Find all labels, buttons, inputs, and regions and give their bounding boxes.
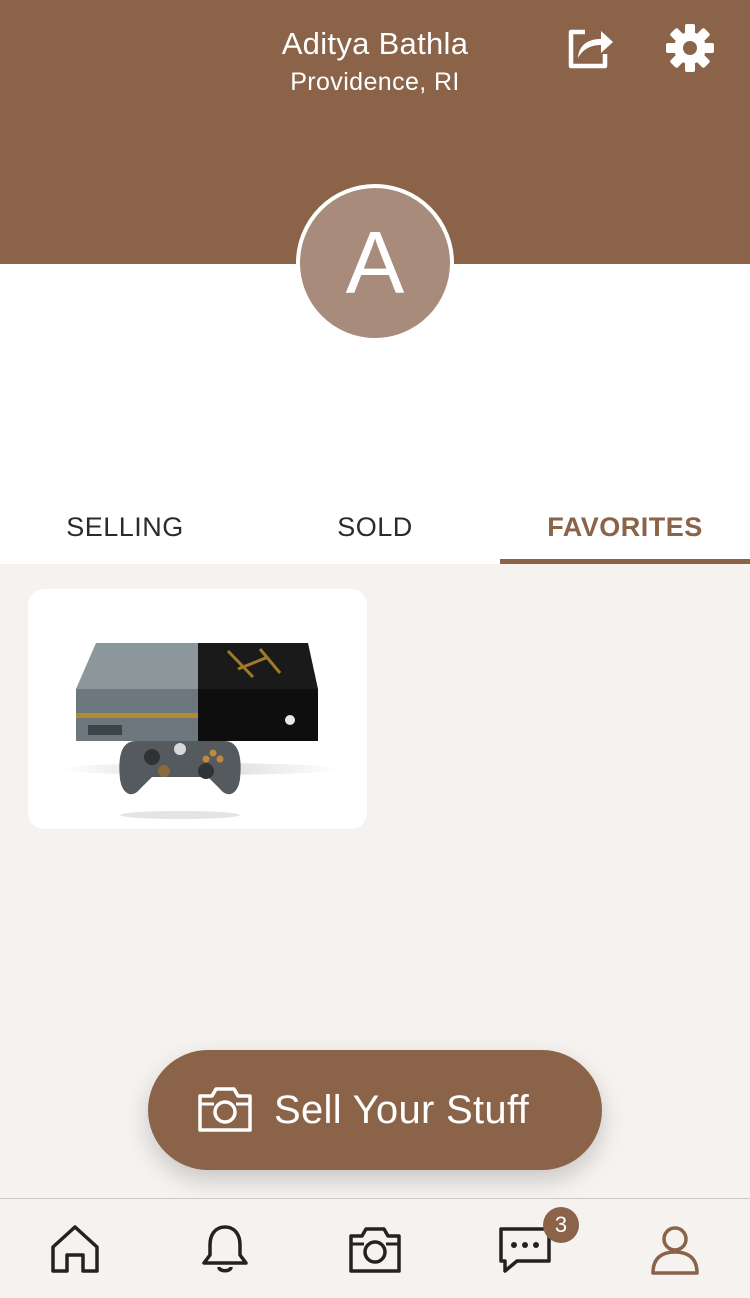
share-icon [568,29,613,69]
nav-notifications[interactable] [197,1221,253,1277]
tab-selling[interactable]: SELLING [0,490,250,564]
nav-camera[interactable] [347,1221,403,1277]
user-location: Providence, RI [290,68,460,96]
tab-favorites[interactable]: FAVORITES [500,490,750,564]
product-image [60,643,340,819]
user-name: Aditya Bathla [281,26,469,61]
bell-icon [202,1225,248,1273]
sell-button-label: Sell Your Stuff [274,1088,530,1132]
profile-icon [651,1226,699,1275]
profile-tabs: SELLING SOLD FAVORITES [0,490,750,564]
nav-home[interactable] [47,1221,103,1277]
nav-profile[interactable] [647,1221,703,1277]
camera-icon [196,1080,254,1138]
bottom-navigation [0,1198,750,1298]
gear-icon [666,24,714,72]
settings-button[interactable] [664,22,716,74]
sell-your-stuff-button[interactable]: Sell Your Stuff [148,1050,602,1170]
avatar[interactable]: A [296,184,454,342]
share-button[interactable] [563,22,615,74]
messages-badge: 3 [543,1207,579,1243]
camera-icon [349,1227,401,1273]
tab-sold[interactable]: SOLD [250,490,500,564]
favorite-item-card[interactable] [28,589,367,829]
home-icon [51,1225,99,1273]
